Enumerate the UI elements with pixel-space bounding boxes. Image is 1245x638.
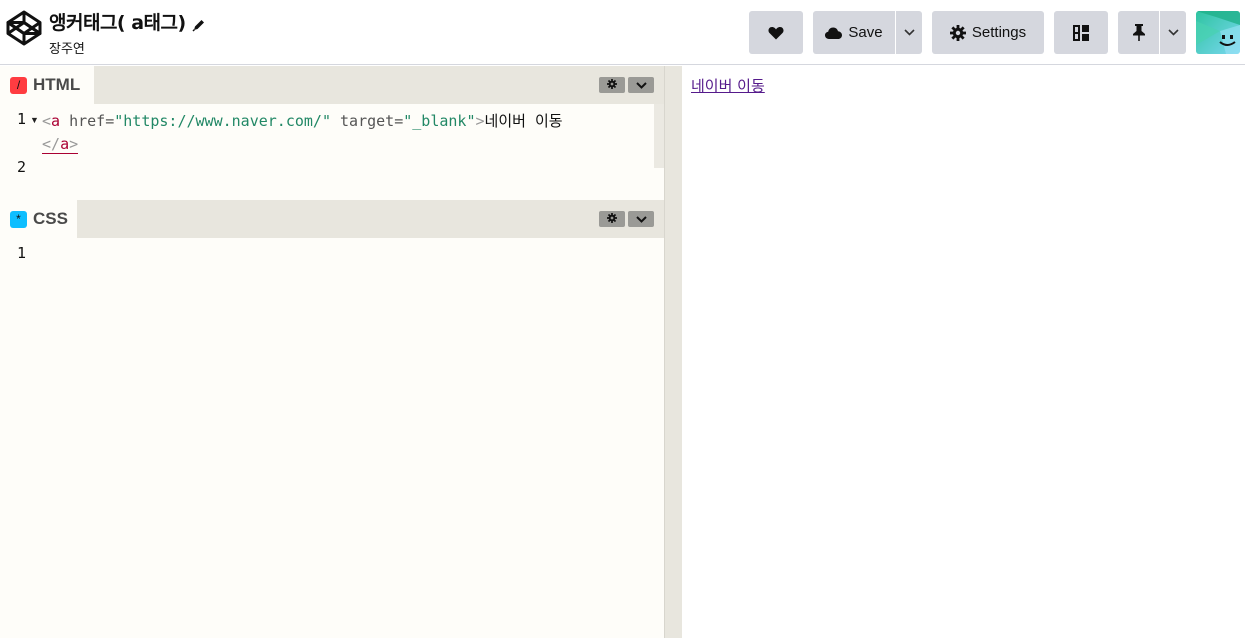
css-settings-button[interactable] xyxy=(599,211,625,227)
css-icon: * xyxy=(10,210,27,228)
tab-html[interactable]: / HTML xyxy=(0,66,94,104)
pen-info: 앵커태그( a태그) 장주연 xyxy=(49,8,206,57)
chevron-down-icon xyxy=(635,76,647,94)
line-number: 2 xyxy=(16,158,26,176)
chevron-down-icon xyxy=(635,210,647,228)
pen-title-text: 앵커태그( a태그) xyxy=(49,12,186,34)
line-number: 1 xyxy=(16,110,26,128)
codepen-logo-icon[interactable] xyxy=(6,10,42,46)
code-line: <a href="https://www.naver.com/" target=… xyxy=(42,112,563,130)
user-avatar[interactable] xyxy=(1196,11,1240,54)
chevron-down-icon xyxy=(1167,29,1179,36)
settings-button[interactable]: Settings xyxy=(932,11,1044,54)
html-editor-scrollbar[interactable] xyxy=(654,104,664,168)
tab-html-label: HTML xyxy=(33,75,81,94)
tab-css-label: CSS xyxy=(33,209,68,228)
pin-icon xyxy=(1132,24,1146,41)
html-settings-button[interactable] xyxy=(599,77,625,93)
html-collapse-button[interactable] xyxy=(628,77,654,93)
panel-resizer[interactable] xyxy=(664,66,682,638)
pen-author[interactable]: 장주연 xyxy=(49,38,206,57)
preview-pane: 네이버 이동 xyxy=(682,66,1245,638)
line-number: 1 xyxy=(16,244,26,262)
tab-css[interactable]: * CSS xyxy=(0,200,77,238)
save-dropdown-button[interactable] xyxy=(896,11,922,54)
settings-label: Settings xyxy=(971,24,1027,41)
html-icon: / xyxy=(10,76,27,94)
pen-title[interactable]: 앵커태그( a태그) xyxy=(49,8,206,35)
html-editor-header: / HTML xyxy=(0,66,664,104)
editors-column: / HTML 1 ▼ <a href="https://www.naver.co… xyxy=(0,66,664,638)
gear-icon xyxy=(607,210,617,228)
change-view-button[interactable] xyxy=(1054,11,1108,54)
pin-button[interactable] xyxy=(1118,11,1159,54)
save-button[interactable]: Save xyxy=(813,11,895,54)
heart-icon xyxy=(768,26,784,40)
favorite-button[interactable] xyxy=(749,11,803,54)
layout-icon xyxy=(1073,24,1089,41)
top-header: 앵커태그( a태그) 장주연 Save Settings xyxy=(0,0,1245,65)
fold-arrow-icon[interactable]: ▼ xyxy=(30,115,39,125)
pencil-icon[interactable] xyxy=(192,15,206,32)
code-line: </a> xyxy=(42,135,79,154)
pin-dropdown-button[interactable] xyxy=(1160,11,1186,54)
gear-icon xyxy=(607,76,617,94)
cloud-icon xyxy=(825,27,843,39)
gear-icon xyxy=(949,24,966,41)
css-collapse-button[interactable] xyxy=(628,211,654,227)
chevron-down-icon xyxy=(903,29,915,36)
css-editor-header: * CSS xyxy=(0,200,664,238)
naver-link[interactable]: 네이버 이동 xyxy=(691,75,765,96)
save-label: Save xyxy=(848,24,883,41)
